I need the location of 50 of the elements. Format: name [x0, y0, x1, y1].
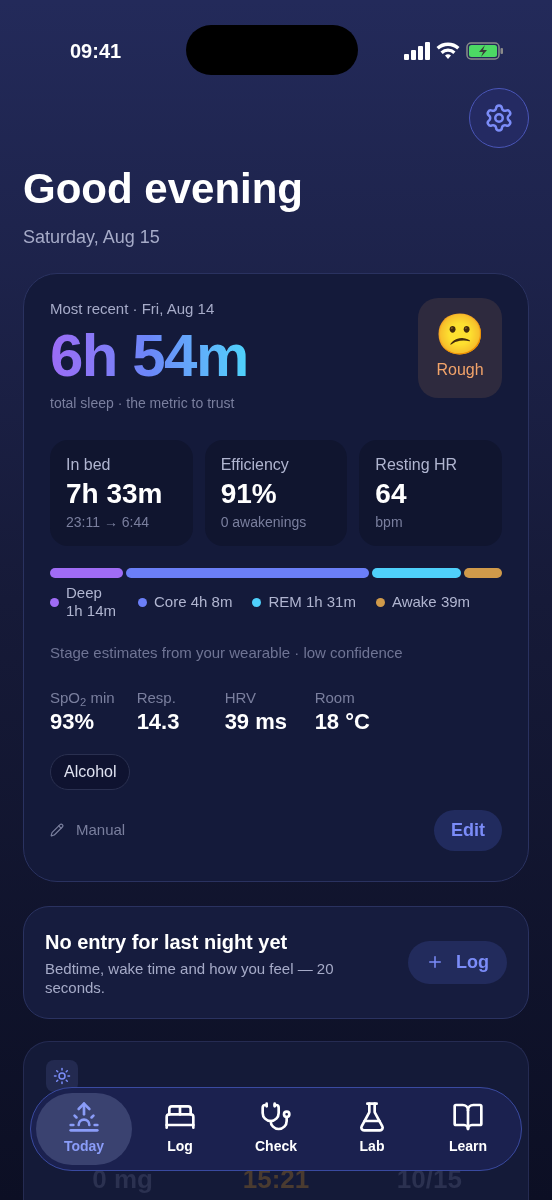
signal-icon: [404, 42, 430, 60]
log-button[interactable]: Log: [408, 940, 507, 984]
stat-label: Resting HR: [375, 454, 459, 475]
settings-icon: [484, 103, 514, 133]
mood-emoji: 😕: [435, 314, 485, 355]
stage-note: Stage estimates from your wearable · low confidence: [50, 643, 404, 664]
stage-legend-label: REM 1h 31m: [268, 593, 356, 612]
book-icon: [452, 1101, 484, 1133]
edit-button[interactable]: Edit: [434, 809, 502, 851]
vital-value: 93%: [50, 709, 96, 736]
stat-value: 91%: [220, 476, 278, 511]
tab-item[interactable]: Check: [228, 1093, 324, 1165]
stat-label: In bed: [66, 454, 112, 475]
stage-legend-label: Core 4h 8m: [154, 593, 233, 612]
stat-label: Efficiency: [220, 454, 290, 475]
sun-icon: [53, 1066, 71, 1085]
mood-label: Rough: [436, 360, 484, 381]
tab-item[interactable]: Learn: [420, 1093, 516, 1165]
stethoscope-icon: [260, 1101, 292, 1133]
battery-icon: [466, 42, 504, 60]
tab-item[interactable]: Lab: [324, 1093, 420, 1165]
vital-label: SpO$_{2}$ min: [50, 687, 115, 710]
greeting-heading: Good evening: [22, 166, 304, 213]
status-time: 09:41: [70, 39, 123, 64]
vital-value: 14.3: [136, 709, 181, 736]
prompt-title: No entry for last night yet: [45, 929, 289, 955]
stat-subtext: 23:11 → 6:44: [66, 513, 151, 533]
factor-tag: Alcohol: [50, 753, 131, 790]
vital-label: Room: [314, 687, 356, 708]
vital-label: HRV: [224, 687, 258, 708]
source-label: Manual: [76, 819, 126, 840]
vital-value: 39 ms: [224, 709, 288, 736]
stage-legend-label: Deep 1h 14m: [66, 584, 118, 621]
stat-subtext: bpm: [375, 513, 404, 533]
wifi-icon: [436, 42, 460, 60]
tab-item[interactable]: Today: [36, 1093, 132, 1165]
stat-value: 64: [375, 476, 408, 511]
vital-label: Resp.: [136, 687, 177, 708]
date-label: Saturday, Aug 15: [22, 226, 161, 250]
tab-item[interactable]: Log: [132, 1093, 228, 1165]
pencil-icon: [50, 823, 64, 838]
recent-caption: Most recent · Fri, Aug 14: [50, 299, 216, 320]
prompt-text: Bedtime, wake time and how you feel — 20 seconds.: [45, 958, 335, 998]
vital-value: 18 °C: [314, 709, 370, 736]
total-caption: total sleep · the metric to trust: [50, 393, 236, 413]
sunrise-icon: [68, 1101, 100, 1133]
stat-subtext: 0 awakenings: [220, 513, 308, 533]
stat-value: 7h 33m: [66, 476, 164, 511]
stage-segment: [463, 568, 502, 579]
stage-legend-label: Awake 39m: [391, 593, 471, 612]
